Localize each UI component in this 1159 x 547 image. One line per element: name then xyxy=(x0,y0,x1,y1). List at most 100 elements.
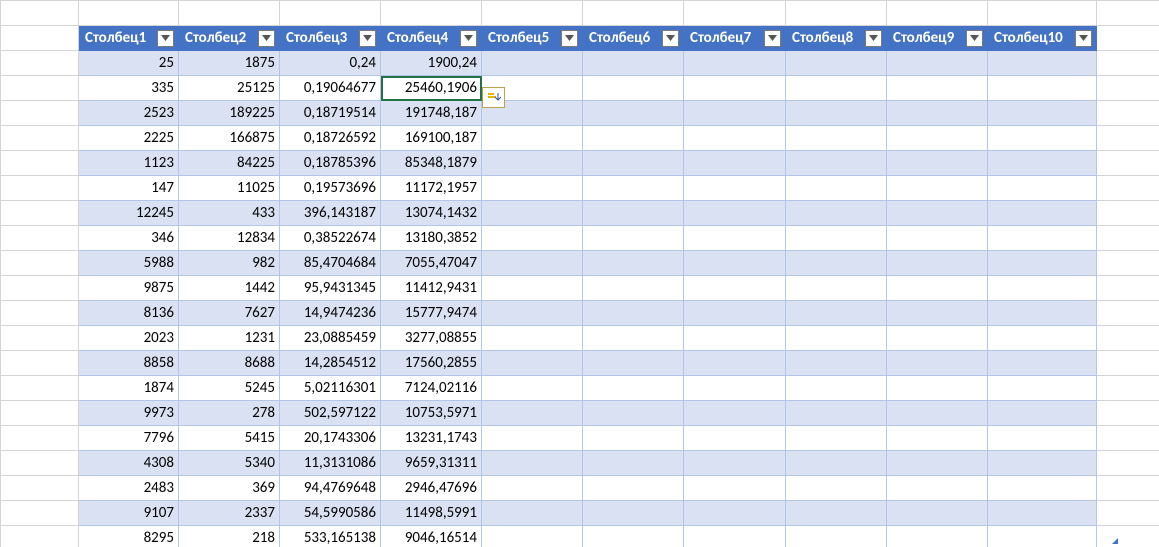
column-header-8[interactable]: Столбец8 xyxy=(786,26,887,51)
blank-cell[interactable] xyxy=(1,176,79,201)
data-cell[interactable] xyxy=(583,426,684,451)
data-cell[interactable]: 2946,47696 xyxy=(381,476,482,501)
data-cell[interactable]: 10753,5971 xyxy=(381,401,482,426)
data-cell[interactable] xyxy=(583,226,684,251)
data-cell[interactable]: 0,19573696 xyxy=(280,176,381,201)
data-cell[interactable]: 13231,1743 xyxy=(381,426,482,451)
data-cell[interactable]: 502,597122 xyxy=(280,401,381,426)
blank-cell[interactable] xyxy=(1097,351,1159,376)
data-cell[interactable]: 14,9474236 xyxy=(280,301,381,326)
data-cell[interactable] xyxy=(786,151,887,176)
data-cell[interactable] xyxy=(887,226,988,251)
data-cell[interactable]: 0,24 xyxy=(280,51,381,76)
data-cell[interactable] xyxy=(684,226,786,251)
data-cell[interactable]: 0,18726592 xyxy=(280,126,381,151)
data-cell[interactable]: 9659,31311 xyxy=(381,451,482,476)
filter-dropdown-button[interactable] xyxy=(1075,30,1092,47)
data-cell[interactable] xyxy=(583,301,684,326)
data-cell[interactable]: 13074,1432 xyxy=(381,201,482,226)
data-cell[interactable]: 8295 xyxy=(79,526,179,547)
blank-cell[interactable] xyxy=(1,151,79,176)
data-cell[interactable] xyxy=(482,326,583,351)
data-cell[interactable] xyxy=(887,151,988,176)
worksheet-grid[interactable]: Столбец1 Столбец2 Столбец3 Столбец4 Стол… xyxy=(0,0,1159,547)
data-cell[interactable] xyxy=(583,101,684,126)
data-cell[interactable] xyxy=(482,526,583,547)
filter-dropdown-button[interactable] xyxy=(157,30,174,47)
data-cell[interactable] xyxy=(887,501,988,526)
data-cell[interactable] xyxy=(684,426,786,451)
data-cell[interactable] xyxy=(583,451,684,476)
column-header-2[interactable]: Столбец2 xyxy=(179,26,280,51)
data-cell[interactable] xyxy=(887,351,988,376)
data-cell[interactable] xyxy=(988,101,1097,126)
blank-cell[interactable] xyxy=(1097,101,1159,126)
data-cell[interactable]: 54,5990586 xyxy=(280,501,381,526)
blank-cell[interactable] xyxy=(1,226,79,251)
data-cell[interactable] xyxy=(786,476,887,501)
data-cell[interactable]: 1231 xyxy=(179,326,280,351)
column-header-5[interactable]: Столбец5 xyxy=(482,26,583,51)
data-cell[interactable] xyxy=(887,51,988,76)
blank-cell[interactable] xyxy=(1097,126,1159,151)
data-cell[interactable] xyxy=(482,301,583,326)
data-cell[interactable] xyxy=(786,226,887,251)
data-cell[interactable]: 0,18719514 xyxy=(280,101,381,126)
data-cell[interactable] xyxy=(988,151,1097,176)
blank-cell[interactable] xyxy=(1,301,79,326)
data-cell[interactable] xyxy=(887,201,988,226)
blank-cell[interactable] xyxy=(1,401,79,426)
filter-dropdown-button[interactable] xyxy=(460,30,477,47)
data-cell[interactable] xyxy=(988,401,1097,426)
data-cell[interactable]: 166875 xyxy=(179,126,280,151)
blank-cell[interactable] xyxy=(1,276,79,301)
data-cell[interactable] xyxy=(684,376,786,401)
data-cell[interactable] xyxy=(786,176,887,201)
data-cell[interactable]: 85,4704684 xyxy=(280,251,381,276)
data-cell[interactable] xyxy=(684,351,786,376)
data-cell[interactable] xyxy=(786,276,887,301)
blank-cell[interactable] xyxy=(1097,526,1159,547)
data-cell[interactable] xyxy=(482,276,583,301)
data-cell[interactable] xyxy=(786,501,887,526)
data-cell[interactable] xyxy=(988,426,1097,451)
data-cell[interactable] xyxy=(988,301,1097,326)
data-cell[interactable]: 11412,9431 xyxy=(381,276,482,301)
data-cell[interactable]: 2225 xyxy=(79,126,179,151)
blank-cell[interactable] xyxy=(1,76,79,101)
data-cell[interactable] xyxy=(786,326,887,351)
data-cell[interactable] xyxy=(482,126,583,151)
data-cell[interactable]: 5,02116301 xyxy=(280,376,381,401)
data-cell[interactable]: 12245 xyxy=(79,201,179,226)
blank-cell[interactable] xyxy=(1,51,79,76)
data-cell[interactable]: 8688 xyxy=(179,351,280,376)
data-cell[interactable] xyxy=(887,326,988,351)
table-resize-handle[interactable] xyxy=(1112,538,1118,544)
data-cell[interactable] xyxy=(482,501,583,526)
filter-dropdown-button[interactable] xyxy=(865,30,882,47)
column-header-7[interactable]: Столбец7 xyxy=(684,26,786,51)
data-cell[interactable] xyxy=(887,276,988,301)
blank-cell[interactable] xyxy=(1,526,79,547)
data-cell[interactable] xyxy=(786,201,887,226)
blank-cell[interactable] xyxy=(1097,251,1159,276)
blank-cell[interactable] xyxy=(1,251,79,276)
data-cell[interactable]: 25125 xyxy=(179,76,280,101)
data-cell[interactable]: 85348,1879 xyxy=(381,151,482,176)
data-cell[interactable] xyxy=(786,526,887,547)
data-cell[interactable] xyxy=(482,201,583,226)
data-cell[interactable]: 7124,02116 xyxy=(381,376,482,401)
data-cell[interactable]: 0,19064677 xyxy=(280,76,381,101)
data-cell[interactable] xyxy=(583,351,684,376)
data-cell[interactable] xyxy=(988,226,1097,251)
data-cell[interactable] xyxy=(583,51,684,76)
data-cell[interactable] xyxy=(786,51,887,76)
filter-dropdown-button[interactable] xyxy=(359,30,376,47)
data-cell[interactable] xyxy=(988,326,1097,351)
blank-cell[interactable] xyxy=(1,426,79,451)
data-cell[interactable] xyxy=(583,76,684,101)
data-cell[interactable] xyxy=(988,51,1097,76)
data-cell[interactable]: 11172,1957 xyxy=(381,176,482,201)
data-cell[interactable]: 4308 xyxy=(79,451,179,476)
data-cell[interactable]: 2523 xyxy=(79,101,179,126)
